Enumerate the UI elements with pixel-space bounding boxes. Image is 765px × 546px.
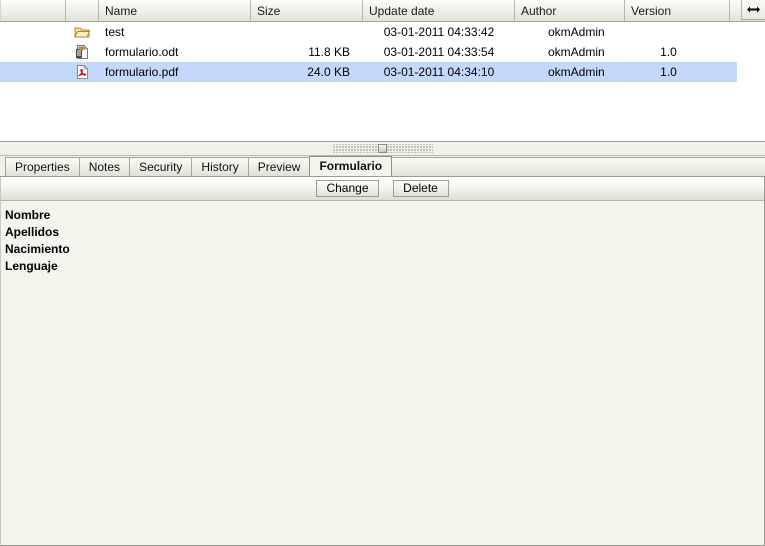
table-row[interactable]: formulario.odt 11.8 KB 03-01-2011 04:33:… bbox=[0, 42, 737, 62]
horizontal-splitter[interactable] bbox=[0, 142, 765, 156]
odt-document-icon bbox=[74, 44, 90, 60]
row-select-cell[interactable] bbox=[0, 62, 66, 82]
row-date-cell: 03-01-2011 04:33:42 bbox=[383, 25, 495, 39]
column-header-icon[interactable] bbox=[66, 0, 99, 21]
tab-notes[interactable]: Notes bbox=[78, 157, 131, 176]
change-button[interactable]: Change bbox=[316, 180, 379, 197]
row-size-cell: 24.0 KB bbox=[307, 65, 350, 79]
tab-preview[interactable]: Preview bbox=[247, 157, 311, 176]
row-name-cell: formulario.odt bbox=[105, 45, 179, 59]
file-grid-body: test 03-01-2011 04:33:42 okmAdmin formul… bbox=[0, 22, 765, 82]
tab-history[interactable]: History bbox=[191, 157, 249, 176]
form-field-nombre: Nombre bbox=[5, 208, 51, 222]
column-header-select[interactable] bbox=[0, 0, 66, 21]
form-toolbar: Change Delete bbox=[1, 177, 764, 201]
column-header-update-date[interactable]: Update date bbox=[363, 0, 515, 21]
form-field-nacimiento: Nacimiento bbox=[5, 242, 70, 256]
row-date-cell: 03-01-2011 04:33:54 bbox=[383, 45, 495, 59]
row-select-cell[interactable] bbox=[0, 22, 66, 42]
tab-bar-filler bbox=[391, 157, 765, 176]
column-header-author[interactable]: Author bbox=[515, 0, 625, 21]
table-row[interactable]: test 03-01-2011 04:33:42 okmAdmin bbox=[0, 22, 737, 42]
file-grid-header: Name Size Update date Author Version bbox=[0, 0, 765, 22]
table-row[interactable]: formulario.pdf 24.0 KB 03-01-2011 04:34:… bbox=[0, 62, 737, 82]
column-header-filler bbox=[730, 0, 765, 21]
row-icon-cell bbox=[66, 42, 99, 62]
column-header-version[interactable]: Version bbox=[625, 0, 730, 21]
row-size-cell: 11.8 KB bbox=[308, 45, 350, 59]
pdf-document-icon bbox=[74, 64, 90, 80]
tab-properties[interactable]: Properties bbox=[5, 157, 80, 176]
tab-security[interactable]: Security bbox=[129, 157, 193, 176]
folder-icon bbox=[74, 24, 90, 40]
row-version-cell bbox=[625, 22, 730, 42]
form-field-lenguaje: Lenguaje bbox=[5, 259, 58, 273]
column-header-name[interactable]: Name bbox=[99, 0, 251, 21]
delete-button[interactable]: Delete bbox=[392, 180, 449, 197]
tab-bar: Properties Notes Security History Previe… bbox=[0, 156, 765, 177]
column-chooser-button[interactable] bbox=[741, 0, 765, 20]
column-header-size[interactable]: Size bbox=[251, 0, 363, 21]
splitter-knob-icon[interactable] bbox=[378, 144, 387, 153]
file-browser-panel: Name Size Update date Author Version tes… bbox=[0, 0, 765, 142]
tab-formulario[interactable]: Formulario bbox=[309, 156, 393, 176]
row-name-cell: test bbox=[105, 25, 125, 39]
row-date-cell: 03-01-2011 04:34:10 bbox=[383, 65, 495, 79]
form-field-list: Nombre Apellidos Nacimiento Lenguaje bbox=[1, 201, 764, 545]
row-author-cell: okmAdmin bbox=[548, 65, 605, 79]
form-field-apellidos: Apellidos bbox=[5, 225, 60, 239]
row-icon-cell bbox=[66, 22, 99, 42]
formulario-tab-panel: Change Delete Nombre Apellidos Nacimient… bbox=[0, 177, 765, 546]
row-author-cell: okmAdmin bbox=[548, 25, 605, 39]
row-version-cell: 1.0 bbox=[660, 45, 677, 59]
row-author-cell: okmAdmin bbox=[548, 45, 605, 59]
row-size-cell bbox=[251, 22, 363, 42]
row-icon-cell bbox=[66, 62, 99, 82]
row-select-cell[interactable] bbox=[0, 42, 66, 62]
row-name-cell: formulario.pdf bbox=[105, 65, 179, 79]
okm-document-browser: Name Size Update date Author Version tes… bbox=[0, 0, 765, 546]
resize-horizontal-icon bbox=[746, 4, 761, 15]
splitter-grip-icon[interactable] bbox=[332, 144, 433, 153]
row-version-cell: 1.0 bbox=[660, 65, 677, 79]
